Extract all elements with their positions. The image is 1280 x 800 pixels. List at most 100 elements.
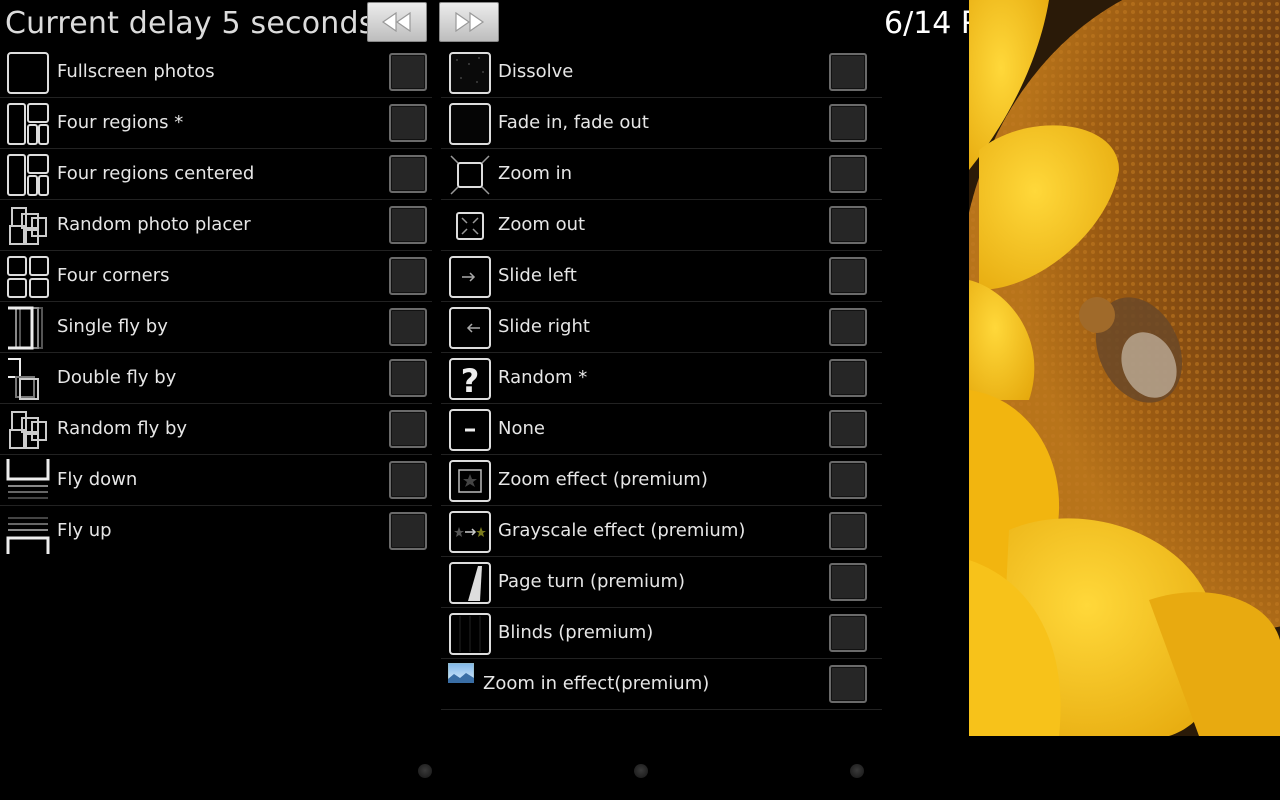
random-placer-icon	[9, 207, 47, 245]
random-fly-icon	[9, 411, 47, 449]
layout-checkbox[interactable]	[389, 104, 427, 142]
list-item[interactable]: Fly down	[0, 455, 432, 506]
list-item[interactable]: Slide right	[441, 302, 882, 353]
transition-checkbox[interactable]	[829, 155, 867, 193]
list-item[interactable]: Zoom in effect(premium)	[441, 659, 882, 710]
layout-checkbox[interactable]	[389, 410, 427, 448]
four-corners-icon	[7, 256, 49, 298]
increase-delay-button[interactable]	[439, 2, 499, 42]
transition-checkbox[interactable]	[829, 257, 867, 295]
transition-label: Zoom in effect(premium)	[483, 673, 710, 694]
layout-checkbox[interactable]	[389, 359, 427, 397]
list-item[interactable]: Grayscale effect (premium)	[441, 506, 882, 557]
dissolve-icon	[449, 52, 491, 94]
transition-label: Slide left	[498, 265, 577, 286]
nav-recent-button[interactable]	[850, 764, 864, 778]
rewind-icon	[381, 12, 411, 32]
list-item[interactable]: None	[441, 404, 882, 455]
fly-up-icon	[6, 517, 50, 554]
decrease-delay-button[interactable]	[367, 2, 427, 42]
page-turn-icon	[449, 562, 491, 604]
layout-label: Fly up	[57, 520, 112, 541]
layout-checkbox[interactable]	[389, 206, 427, 244]
four-regions-icon	[7, 103, 49, 145]
layout-label: Double fly by	[57, 367, 177, 388]
list-item[interactable]: Page turn (premium)	[441, 557, 882, 608]
transition-checkbox[interactable]	[829, 665, 867, 703]
transition-label: Dissolve	[498, 61, 574, 82]
layout-checkbox[interactable]	[389, 512, 427, 550]
double-fly-icon	[8, 358, 39, 400]
list-item[interactable]: Zoom effect (premium)	[441, 455, 882, 506]
transition-checkbox[interactable]	[829, 512, 867, 550]
transition-label: Slide right	[498, 316, 590, 337]
transition-checkbox[interactable]	[829, 614, 867, 652]
zoom-out-icon	[456, 212, 484, 240]
list-item[interactable]: Fullscreen photos	[0, 47, 432, 98]
layout-list: Fullscreen photos Four regions * Four re…	[0, 47, 432, 556]
layout-label: Random photo placer	[57, 214, 251, 235]
transition-label: Zoom out	[498, 214, 586, 235]
nav-back-button[interactable]	[418, 764, 432, 778]
transition-checkbox[interactable]	[829, 410, 867, 448]
layout-label: Fly down	[57, 469, 138, 490]
list-item[interactable]: ? Random *	[441, 353, 882, 404]
transition-label: Grayscale effect (premium)	[498, 520, 746, 541]
list-item[interactable]: Random photo placer	[0, 200, 432, 251]
layout-label: Random fly by	[57, 418, 188, 439]
layout-label: Four regions centered	[57, 163, 255, 184]
sunflower-photo	[969, 0, 1280, 736]
transition-checkbox[interactable]	[829, 563, 867, 601]
transition-checkbox[interactable]	[829, 359, 867, 397]
nav-home-button[interactable]	[634, 764, 648, 778]
list-item[interactable]: Zoom out	[441, 200, 882, 251]
transition-label: Fade in, fade out	[498, 112, 649, 133]
landscape-icon	[448, 663, 474, 683]
list-item[interactable]: Zoom in	[441, 149, 882, 200]
list-item[interactable]: Blinds (premium)	[441, 608, 882, 659]
transition-label: Zoom effect (premium)	[498, 469, 708, 490]
list-item[interactable]: Slide left	[441, 251, 882, 302]
blinds-icon	[449, 613, 491, 655]
fly-down-icon	[6, 459, 50, 499]
slide-left-icon	[449, 256, 491, 298]
layout-checkbox[interactable]	[389, 257, 427, 295]
four-regions-centered-icon	[7, 154, 49, 196]
layout-checkbox[interactable]	[389, 308, 427, 346]
transition-checkbox[interactable]	[829, 104, 867, 142]
fade-icon	[449, 103, 491, 145]
layout-label: Fullscreen photos	[57, 61, 215, 82]
zoom-effect-icon	[449, 460, 491, 502]
transition-label: Page turn (premium)	[498, 571, 686, 592]
list-item[interactable]: Four corners	[0, 251, 432, 302]
transition-checkbox[interactable]	[829, 461, 867, 499]
fullscreen-icon	[7, 52, 49, 94]
layout-checkbox[interactable]	[389, 461, 427, 499]
list-item[interactable]: Fade in, fade out	[441, 98, 882, 149]
transition-label: None	[498, 418, 545, 439]
transition-checkbox[interactable]	[829, 53, 867, 91]
transition-list: Dissolve Fade in, fade out Zoom in Zoom …	[441, 47, 882, 710]
list-item[interactable]: Random fly by	[0, 404, 432, 455]
layout-label: Four corners	[57, 265, 170, 286]
fast-forward-icon	[455, 12, 485, 32]
single-fly-icon	[8, 306, 43, 350]
none-icon	[449, 409, 491, 451]
transition-checkbox[interactable]	[829, 308, 867, 346]
delay-title: Current delay 5 seconds.	[5, 6, 385, 41]
list-item[interactable]: Fly up	[0, 506, 432, 556]
list-item[interactable]: Four regions centered	[0, 149, 432, 200]
layout-label: Four regions *	[57, 112, 184, 133]
layout-checkbox[interactable]	[389, 53, 427, 91]
transition-checkbox[interactable]	[829, 206, 867, 244]
transition-label: Random *	[498, 367, 588, 388]
list-item[interactable]: Single fly by	[0, 302, 432, 353]
slide-right-icon	[449, 307, 491, 349]
list-item[interactable]: Dissolve	[441, 47, 882, 98]
zoom-in-icon	[450, 155, 490, 195]
list-item[interactable]: Four regions *	[0, 98, 432, 149]
grayscale-icon	[449, 511, 491, 553]
list-item[interactable]: Double fly by	[0, 353, 432, 404]
layout-checkbox[interactable]	[389, 155, 427, 193]
photo-preview[interactable]	[969, 0, 1280, 736]
